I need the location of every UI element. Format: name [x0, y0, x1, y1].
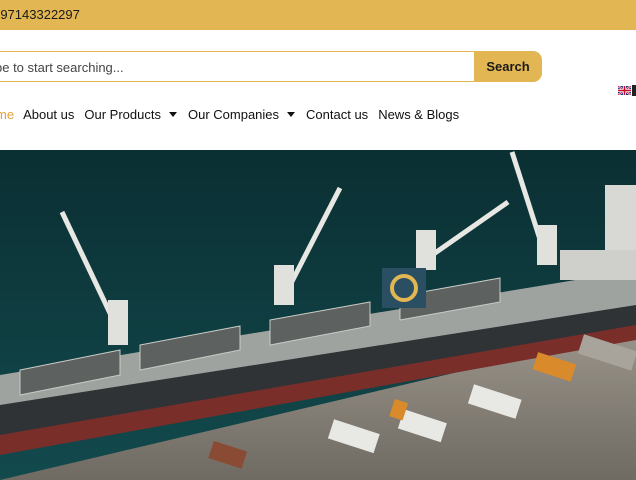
nav-item-label: Contact us	[306, 106, 369, 122]
chevron-down-icon	[168, 111, 177, 117]
main-navigation: me About us Our Products Our Companies C…	[0, 105, 459, 123]
chevron-down-icon	[287, 111, 296, 117]
language-selector-edge[interactable]	[632, 85, 636, 96]
hero-banner	[0, 150, 636, 480]
nav-item-news-blogs[interactable]: News & Blogs	[378, 107, 459, 122]
nav-item-label: News & Blogs	[378, 106, 460, 122]
top-contact-bar: -97143322297	[0, 0, 636, 30]
uk-flag-icon[interactable]	[618, 86, 631, 95]
phone-number[interactable]: -97143322297	[0, 7, 80, 22]
search-bar: pe to start searching... Search	[0, 51, 548, 84]
nav-item-contact-us[interactable]: Contact us	[306, 107, 368, 122]
search-placeholder: pe to start searching...	[0, 60, 124, 75]
nav-item-home[interactable]: me	[0, 107, 14, 122]
nav-item-label: Our Products	[84, 106, 161, 122]
nav-item-about-us[interactable]: About us	[23, 107, 74, 122]
nav-item-our-companies[interactable]: Our Companies	[187, 106, 296, 122]
ship-port-photo	[0, 150, 636, 480]
nav-item-label: About us	[23, 106, 75, 122]
nav-item-label: me	[0, 106, 15, 122]
search-input[interactable]: pe to start searching...	[0, 51, 474, 82]
search-button[interactable]: Search	[474, 51, 542, 82]
nav-item-our-products[interactable]: Our Products	[84, 107, 177, 122]
nav-item-label: Our Companies	[187, 106, 280, 122]
